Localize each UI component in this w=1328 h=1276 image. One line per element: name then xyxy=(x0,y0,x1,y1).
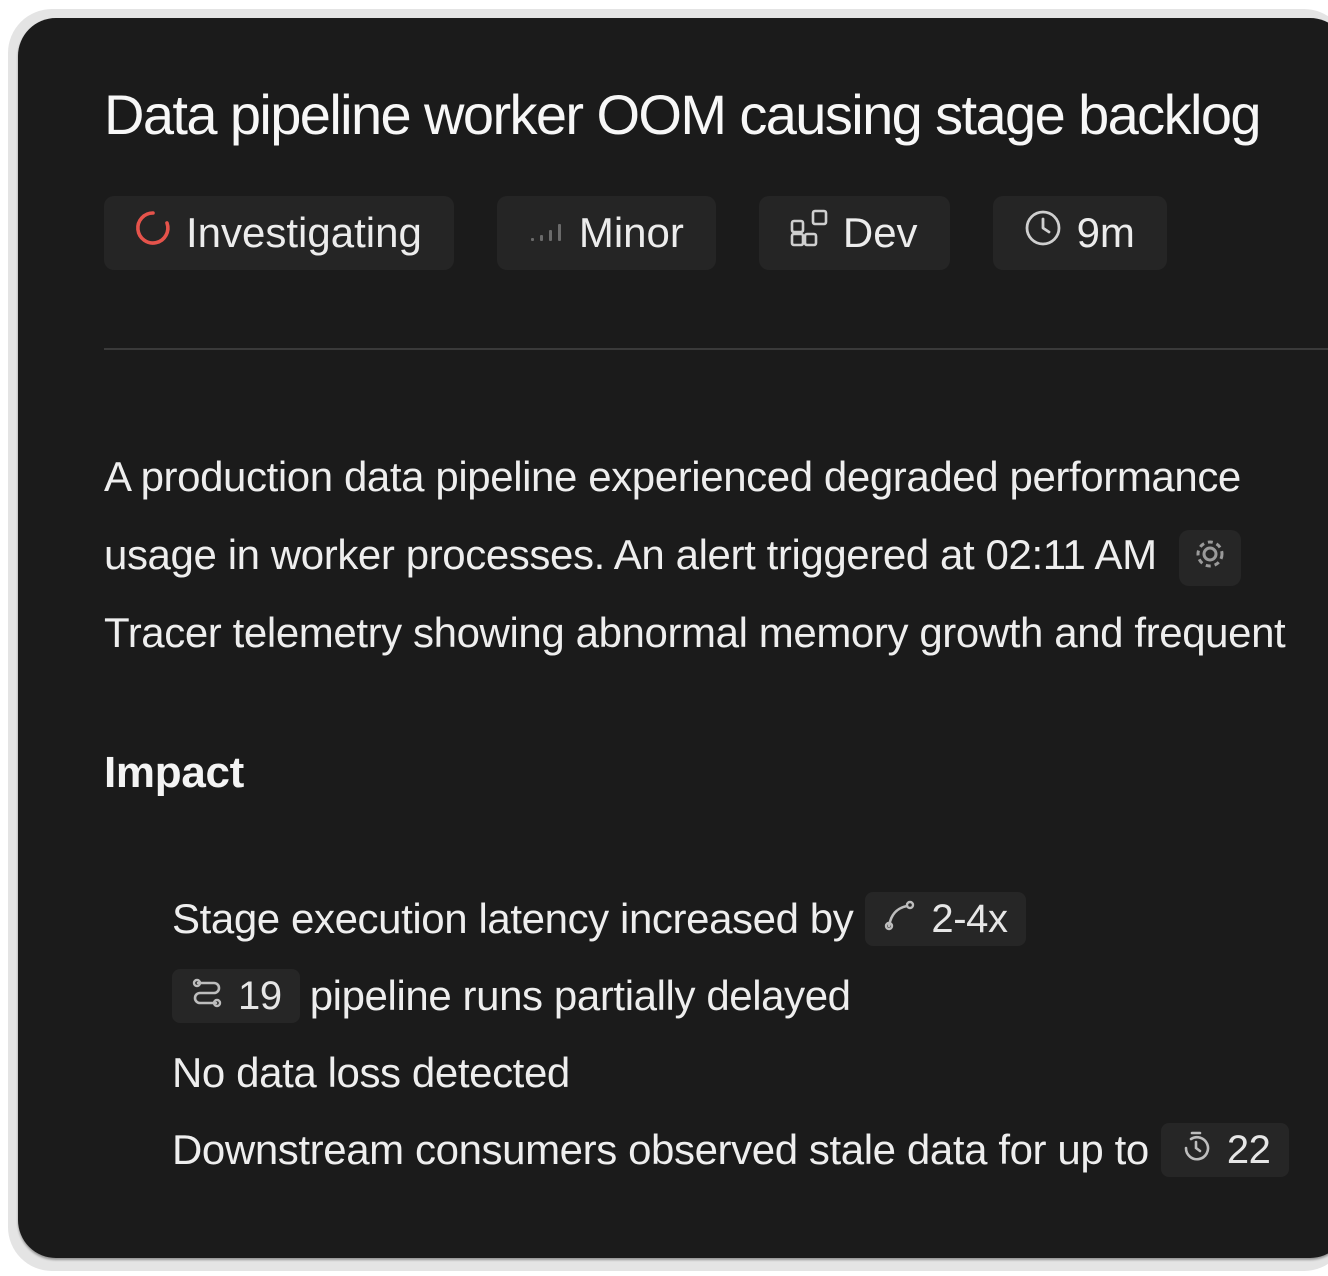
divider xyxy=(104,348,1328,350)
list-item: Downstream consumers observed stale data… xyxy=(172,1111,1289,1188)
summary-line: A production data pipeline experienced d… xyxy=(104,453,1241,500)
latency-value: 2-4x xyxy=(931,896,1008,941)
incident-badges: Investigating Minor Dev 9m xyxy=(104,196,1167,270)
stale-duration-chip[interactable]: 22 xyxy=(1160,1120,1289,1180)
signal-bars-icon xyxy=(527,209,565,257)
blocks-icon xyxy=(789,208,829,258)
timer-icon xyxy=(1179,1120,1213,1180)
severity-badge[interactable]: Minor xyxy=(496,196,716,270)
impact-text: Downstream consumers observed stale data… xyxy=(172,1125,1149,1173)
impact-heading: Impact xyxy=(104,748,245,797)
impact-text: pipeline runs partially delayed xyxy=(309,971,851,1019)
alert-source-chip[interactable] xyxy=(1179,529,1242,586)
spinner-icon xyxy=(134,209,172,257)
status-label: Investigating xyxy=(186,209,422,256)
incident-title: Data pipeline worker OOM causing stage b… xyxy=(104,83,1262,146)
environment-label: Dev xyxy=(842,209,918,256)
severity-label: Minor xyxy=(578,209,684,256)
list-item: Stage execution latency increased by 2-4… xyxy=(172,880,1289,957)
latency-chip[interactable]: 2-4x xyxy=(865,889,1026,949)
summary-line-text: usage in worker processes. An alert trig… xyxy=(104,531,1157,578)
gear-icon xyxy=(1193,519,1227,597)
trend-curve-icon xyxy=(883,889,917,949)
clock-icon xyxy=(1023,208,1063,258)
incident-card: Data pipeline worker OOM causing stage b… xyxy=(18,18,1328,1258)
summary-line: usage in worker processes. An alert trig… xyxy=(104,516,1328,594)
runs-value: 19 xyxy=(238,973,282,1018)
duration-label: 9m xyxy=(1076,209,1135,256)
list-item: No data loss detected xyxy=(172,1034,1289,1111)
stale-duration-value: 22 xyxy=(1226,1127,1271,1172)
impact-text: No data loss detected xyxy=(172,1048,570,1096)
impact-list: Stage execution latency increased by 2-4… xyxy=(172,880,1289,1188)
impact-text: Stage execution latency increased by xyxy=(172,894,854,942)
runs-chip[interactable]: 19 xyxy=(172,966,300,1026)
incident-summary: A production data pipeline experienced d… xyxy=(104,438,1328,672)
list-item: 19 pipeline runs partially delayed xyxy=(172,957,1289,1034)
environment-badge[interactable]: Dev xyxy=(758,196,950,270)
duration-badge[interactable]: 9m xyxy=(992,196,1167,270)
pipeline-icon xyxy=(190,966,224,1026)
summary-line: Tracer telemetry showing abnormal memory… xyxy=(104,609,1286,656)
status-badge[interactable]: Investigating xyxy=(104,196,454,270)
